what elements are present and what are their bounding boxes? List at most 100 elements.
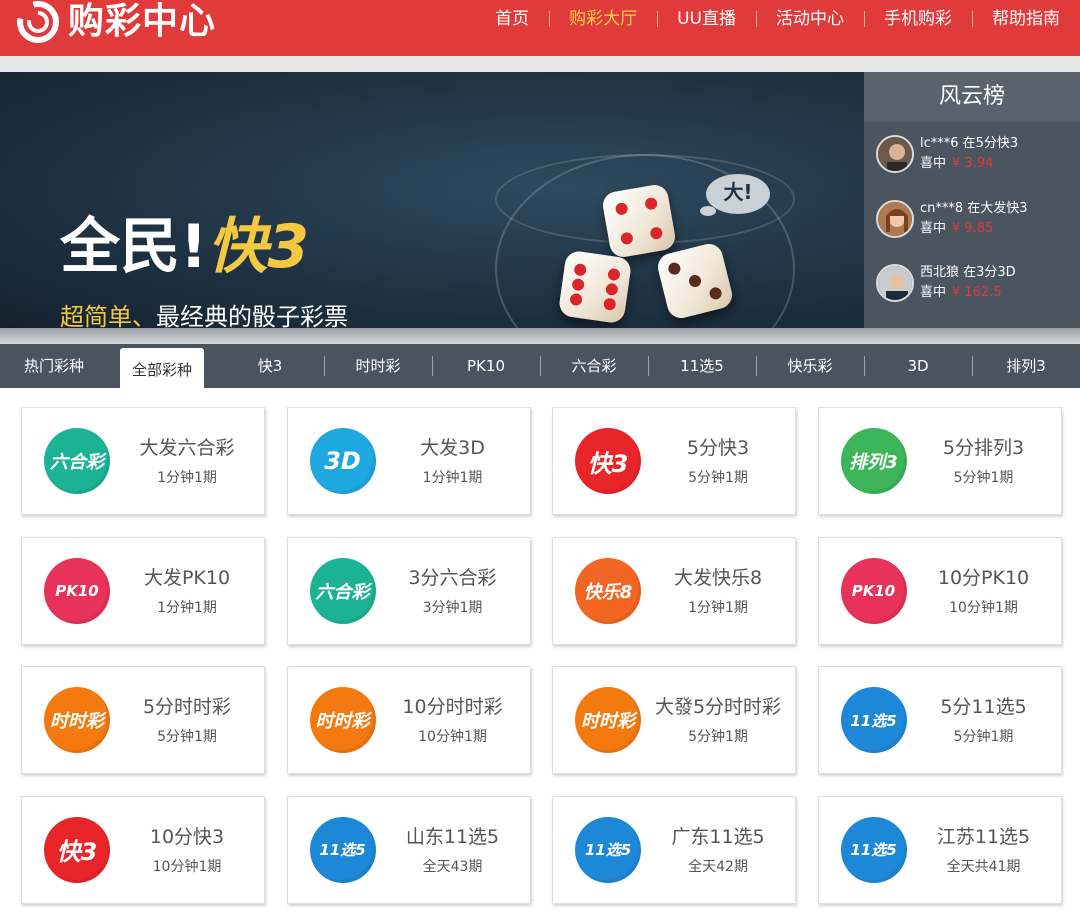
- game-icon-label: 排列3: [849, 452, 898, 473]
- game-card[interactable]: 六合彩 3分六合彩 3分钟1期: [286, 536, 531, 645]
- game-card[interactable]: PK10 大发PK10 1分钟1期: [21, 536, 265, 645]
- won-label: 喜中: [920, 156, 947, 171]
- game-icon-label: 3D: [324, 447, 361, 475]
- tab[interactable]: 快3: [216, 344, 324, 388]
- winner-amount-line: 喜中 ¥ 9.85: [920, 220, 993, 238]
- banner-subtitle-accent: 超简单、: [60, 303, 156, 328]
- game-icon-label: 六合彩: [50, 452, 104, 473]
- game-frequency: 3分钟1期: [422, 599, 483, 616]
- liuhecai-icon: 六合彩: [309, 557, 376, 624]
- 3d-icon: 3D: [309, 428, 376, 494]
- game-frequency: 5分钟1期: [688, 470, 748, 486]
- nav-item[interactable]: 帮助指南: [972, 0, 1080, 38]
- tab[interactable]: 时时彩: [324, 344, 432, 388]
- winners-leaderboard: 风云榜 lc***6 在5分快3 喜中 ¥ 3.94 cn***8 在大发快3 喜…: [864, 72, 1080, 328]
- winner-item: cn***8 在大发快3 喜中 ¥ 9.85: [876, 200, 1080, 240]
- nav-item[interactable]: 手机购彩: [864, 0, 972, 38]
- game-frequency: 全天42期: [688, 858, 748, 875]
- kuaile8-icon: 快乐8: [575, 557, 641, 624]
- winner-amount-line: 喜中 ¥ 162.5: [920, 284, 1002, 302]
- avatar: [876, 264, 914, 302]
- pailie3-icon: 排列3: [840, 428, 907, 494]
- avatar: [876, 200, 914, 238]
- game-card[interactable]: 11选5 5分11选5 5分钟1期: [817, 666, 1062, 774]
- nav-item[interactable]: 首页: [475, 0, 549, 38]
- winner-item: 西北狼 在3分3D 喜中 ¥ 162.5: [876, 264, 1080, 304]
- banner-title: 全民!快3: [60, 214, 309, 280]
- game-card[interactable]: 六合彩 大发六合彩 1分钟1期: [21, 407, 265, 515]
- game-name: 大发3D: [420, 437, 485, 459]
- game-name: 10分时时彩: [402, 696, 503, 718]
- pk10-icon: PK10: [840, 557, 907, 624]
- game-frequency: 全天共41期: [946, 858, 1021, 875]
- banner-subtitle-rest: 最经典的骰子彩票: [156, 303, 348, 328]
- winner-user: lc***6 在5分快3: [920, 136, 1019, 151]
- game-card[interactable]: 快3 5分快3 5分钟1期: [552, 407, 796, 515]
- nav-item[interactable]: 购彩大厅: [549, 0, 657, 38]
- game-card[interactable]: 快乐8 大发快乐8 1分钟1期: [552, 536, 796, 645]
- banner-shadow-band: [0, 328, 1080, 344]
- tab[interactable]: PK10: [432, 344, 540, 388]
- game-card[interactable]: 11选5 江苏11选5 全天共41期: [817, 795, 1062, 904]
- game-icon-label: 时时彩: [50, 711, 104, 732]
- game-card[interactable]: 时时彩 10分时时彩 10分钟1期: [286, 666, 531, 774]
- game-icon-label: 时时彩: [581, 711, 635, 732]
- game-name: 江苏11选5: [936, 825, 1031, 848]
- liuhecai-icon: 六合彩: [44, 428, 110, 494]
- header-spacer: [0, 56, 1080, 72]
- game-name: 广东11选5: [671, 825, 765, 848]
- game-card[interactable]: 时时彩 5分时时彩 5分钟1期: [21, 666, 265, 774]
- tab[interactable]: 热门彩种: [0, 344, 108, 388]
- game-card[interactable]: 11选5 山东11选5 全天43期: [286, 795, 531, 904]
- game-card[interactable]: 排列3 5分排列3 5分钟1期: [817, 407, 1062, 515]
- game-name: 10分PK10: [937, 566, 1030, 589]
- game-card[interactable]: 快3 10分快3 10分钟1期: [21, 795, 265, 904]
- winner-amount: ¥ 3.94: [952, 156, 994, 171]
- winner-user: 西北狼 在3分3D: [920, 265, 1016, 280]
- tab[interactable]: 全部彩种: [120, 348, 204, 388]
- game-card[interactable]: 时时彩 大發5分时时彩 5分钟1期: [552, 666, 796, 774]
- tab[interactable]: 六合彩: [540, 344, 648, 388]
- shishicai-icon: 时时彩: [309, 687, 376, 753]
- winner-user: cn***8 在大发快3: [920, 201, 1028, 216]
- shishicai-icon: 时时彩: [44, 687, 110, 753]
- tab[interactable]: 3D: [864, 344, 972, 388]
- nav-item[interactable]: 活动中心: [756, 0, 864, 38]
- die-icon: [557, 249, 633, 325]
- promo-banner[interactable]: 全民!快3 超简单、最经典的骰子彩票 大!: [0, 72, 864, 328]
- avatar: [876, 135, 914, 173]
- game-frequency: 5分钟1期: [157, 729, 217, 745]
- game-name: 3分六合彩: [408, 566, 497, 589]
- kuai3-icon: 快3: [575, 428, 641, 494]
- game-frequency: 5分钟1期: [953, 470, 1014, 486]
- game-icon-label: 11选5: [319, 841, 366, 859]
- tab[interactable]: 11选5: [648, 344, 756, 388]
- tab[interactable]: 快乐彩: [756, 344, 864, 388]
- shishicai-icon: 时时彩: [575, 687, 641, 753]
- top-header: 购彩中心 首页 购彩大厅 UU直播 活动中心 手机购彩 帮助指南: [0, 0, 1080, 56]
- speech-bubble-tail: [700, 206, 716, 216]
- game-name: 大发六合彩: [139, 437, 235, 459]
- game-frequency: 10分钟1期: [949, 599, 1018, 616]
- banner-title-accent: 快3: [207, 212, 310, 282]
- game-frequency: 1分钟1期: [157, 599, 217, 616]
- die-icon: [600, 182, 678, 260]
- game-card[interactable]: 11选5 广东11选5 全天42期: [552, 795, 796, 904]
- game-icon-label: 11选5: [850, 711, 897, 730]
- tab[interactable]: 排列3: [972, 344, 1080, 388]
- nav-item[interactable]: UU直播: [657, 0, 756, 38]
- game-icon-label: PK10: [55, 581, 99, 600]
- game-frequency: 全天43期: [422, 858, 483, 875]
- game-name: 5分时时彩: [142, 696, 232, 718]
- winner-amount: ¥ 162.5: [952, 285, 1002, 300]
- kuai3-icon: 快3: [44, 816, 110, 883]
- game-icon-label: 快乐8: [583, 581, 633, 603]
- game-card[interactable]: 3D 大发3D 1分钟1期: [286, 407, 531, 515]
- game-card[interactable]: PK10 10分PK10 10分钟1期: [817, 536, 1062, 645]
- game-name: 山东11选5: [405, 825, 500, 848]
- logo[interactable]: 购彩中心: [14, 0, 216, 44]
- won-label: 喜中: [920, 221, 947, 236]
- game-icon-label: PK10: [851, 581, 896, 600]
- winner-amount: ¥ 9.85: [952, 221, 994, 236]
- winner-amount-line: 喜中 ¥ 3.94: [920, 155, 993, 173]
